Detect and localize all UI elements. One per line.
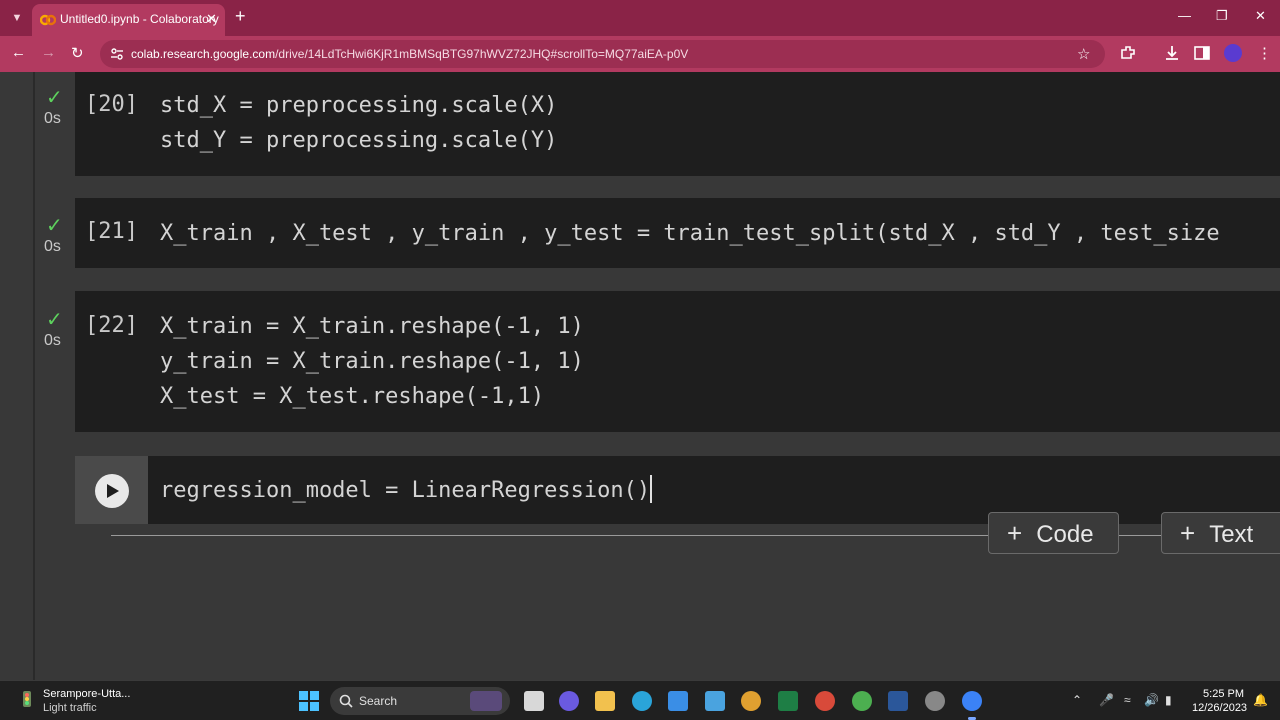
cell-code-editor[interactable]: regression_model = LinearRegression() bbox=[160, 473, 653, 508]
close-window-icon[interactable]: ✕ bbox=[1255, 8, 1266, 24]
new-tab-icon[interactable]: + bbox=[235, 6, 246, 27]
notepad-icon[interactable] bbox=[705, 691, 725, 711]
search-label: Search bbox=[359, 694, 398, 708]
colab-logo-icon bbox=[40, 14, 56, 26]
settings-gear-icon[interactable] bbox=[925, 691, 945, 711]
tab-search-chevron-icon[interactable]: ▼ bbox=[6, 7, 28, 29]
volume-icon[interactable]: 🔊 bbox=[1144, 693, 1159, 707]
search-highlight-icon bbox=[470, 691, 502, 711]
check-icon: ✓ bbox=[46, 215, 63, 237]
windows-taskbar: Serampore-Utta... Light traffic Search ⌃… bbox=[0, 680, 1280, 720]
address-toolbar: ← → ↻ colab.research.google.com/drive/14… bbox=[0, 36, 1280, 72]
execution-count: [20] bbox=[85, 92, 138, 117]
traffic-widget-icon[interactable] bbox=[18, 690, 36, 708]
system-clock[interactable]: 5:25 PM 12/26/2023 bbox=[1192, 687, 1248, 715]
address-bar[interactable]: colab.research.google.com/drive/14LdTcHw… bbox=[100, 40, 1105, 68]
maximize-icon[interactable]: ❐ bbox=[1216, 8, 1228, 24]
back-icon[interactable]: ← bbox=[11, 44, 26, 61]
widget-location[interactable]: Serampore-Utta... bbox=[43, 688, 130, 700]
chrome-active-icon[interactable] bbox=[962, 691, 982, 720]
text-cursor bbox=[650, 475, 653, 503]
extensions-icon[interactable] bbox=[1119, 44, 1137, 62]
add-text-label: Text bbox=[1209, 521, 1254, 548]
chrome-alt-icon[interactable] bbox=[815, 691, 835, 711]
chrome-profile-icon[interactable] bbox=[741, 691, 761, 711]
browser-tab[interactable]: Untitled0.ipynb - Colaboratory ✕ bbox=[32, 4, 225, 36]
url-host: colab.research.google.com bbox=[131, 47, 276, 61]
clock-date: 12/26/2023 bbox=[1192, 702, 1248, 714]
execution-count: [21] bbox=[85, 219, 138, 244]
notebook-area: ✓ 0s [20] std_X = preprocessing.scale(X)… bbox=[0, 72, 1280, 680]
code-line: y_train = X_train.reshape(-1, 1) bbox=[160, 349, 584, 374]
cell-code[interactable]: X_train = X_train.reshape(-1, 1) y_train … bbox=[160, 309, 584, 414]
play-icon bbox=[107, 484, 119, 498]
download-icon[interactable] bbox=[1163, 44, 1181, 62]
code-line: std_X = preprocessing.scale(X) bbox=[160, 93, 558, 118]
clock-time: 5:25 PM bbox=[1203, 688, 1244, 700]
minimize-icon[interactable]: — bbox=[1178, 8, 1191, 23]
add-text-cell-button[interactable]: + Text bbox=[1161, 512, 1280, 554]
file-explorer-icon[interactable] bbox=[595, 691, 615, 711]
check-icon: ✓ bbox=[46, 87, 63, 109]
search-icon bbox=[339, 694, 353, 708]
execution-time: 0s bbox=[44, 238, 61, 255]
side-panel-icon[interactable] bbox=[1193, 44, 1211, 62]
site-info-icon[interactable] bbox=[110, 47, 124, 61]
plus-icon: + bbox=[1180, 518, 1196, 548]
wifi-icon[interactable]: ≈ bbox=[1124, 693, 1131, 707]
gutter-divider bbox=[33, 72, 35, 680]
excel-icon[interactable] bbox=[778, 691, 798, 711]
task-view-icon[interactable] bbox=[524, 691, 544, 711]
cell-status: ✓ 0s bbox=[44, 88, 63, 128]
cell-code[interactable]: std_X = preprocessing.scale(X) std_Y = pr… bbox=[160, 88, 557, 158]
reload-icon[interactable]: ↻ bbox=[71, 44, 84, 62]
plus-icon: + bbox=[1007, 518, 1023, 548]
tab-strip: ▼ Untitled0.ipynb - Colaboratory ✕ + — ❐… bbox=[0, 0, 1280, 36]
close-tab-icon[interactable]: ✕ bbox=[206, 11, 217, 27]
code-line: std_Y = preprocessing.scale(Y) bbox=[160, 128, 558, 153]
taskbar-search[interactable]: Search bbox=[330, 687, 510, 715]
battery-icon[interactable]: ▮ bbox=[1165, 693, 1172, 707]
tab-title: Untitled0.ipynb - Colaboratory bbox=[60, 12, 219, 26]
check-icon: ✓ bbox=[46, 309, 63, 331]
windows-start-icon[interactable] bbox=[299, 691, 319, 711]
forward-icon[interactable]: → bbox=[41, 44, 56, 61]
profile-avatar[interactable] bbox=[1224, 44, 1242, 62]
cell-status: ✓ 0s bbox=[44, 216, 63, 256]
execution-count: [22] bbox=[85, 313, 138, 338]
execution-time: 0s bbox=[44, 110, 61, 127]
code-line: X_test = X_test.reshape(-1,1) bbox=[160, 384, 545, 409]
word-icon[interactable] bbox=[888, 691, 908, 711]
teams-chat-icon[interactable] bbox=[559, 691, 579, 711]
code-line: regression_model = LinearRegression() bbox=[160, 478, 651, 503]
utorrent-icon[interactable] bbox=[852, 691, 872, 711]
run-gutter bbox=[75, 456, 148, 524]
notifications-bell-icon[interactable]: 🔔 bbox=[1253, 693, 1268, 707]
execution-time: 0s bbox=[44, 332, 61, 349]
url-text: colab.research.google.com/drive/14LdTcHw… bbox=[131, 47, 688, 61]
microphone-icon[interactable]: 🎤 bbox=[1099, 693, 1114, 707]
add-code-cell-button[interactable]: + Code bbox=[988, 512, 1119, 554]
run-cell-button[interactable] bbox=[95, 474, 129, 508]
edge-browser-icon[interactable] bbox=[632, 691, 652, 711]
bookmark-star-icon[interactable]: ☆ bbox=[1077, 45, 1090, 63]
add-code-label: Code bbox=[1036, 521, 1094, 548]
tray-overflow-icon[interactable]: ⌃ bbox=[1072, 693, 1082, 707]
code-line: X_train , X_test , y_train , y_test = tr… bbox=[160, 221, 1220, 246]
widget-status[interactable]: Light traffic bbox=[43, 702, 97, 714]
code-line: X_train = X_train.reshape(-1, 1) bbox=[160, 314, 584, 339]
cell-code[interactable]: X_train , X_test , y_train , y_test = tr… bbox=[160, 216, 1220, 251]
url-path: /drive/14LdTcHwi6KjR1mBMSqBTG97hWVZ72JHQ… bbox=[275, 47, 689, 61]
browser-menu-icon[interactable]: ⋮ bbox=[1257, 44, 1272, 62]
mail-icon[interactable] bbox=[668, 691, 688, 711]
cell-status: ✓ 0s bbox=[44, 310, 63, 350]
